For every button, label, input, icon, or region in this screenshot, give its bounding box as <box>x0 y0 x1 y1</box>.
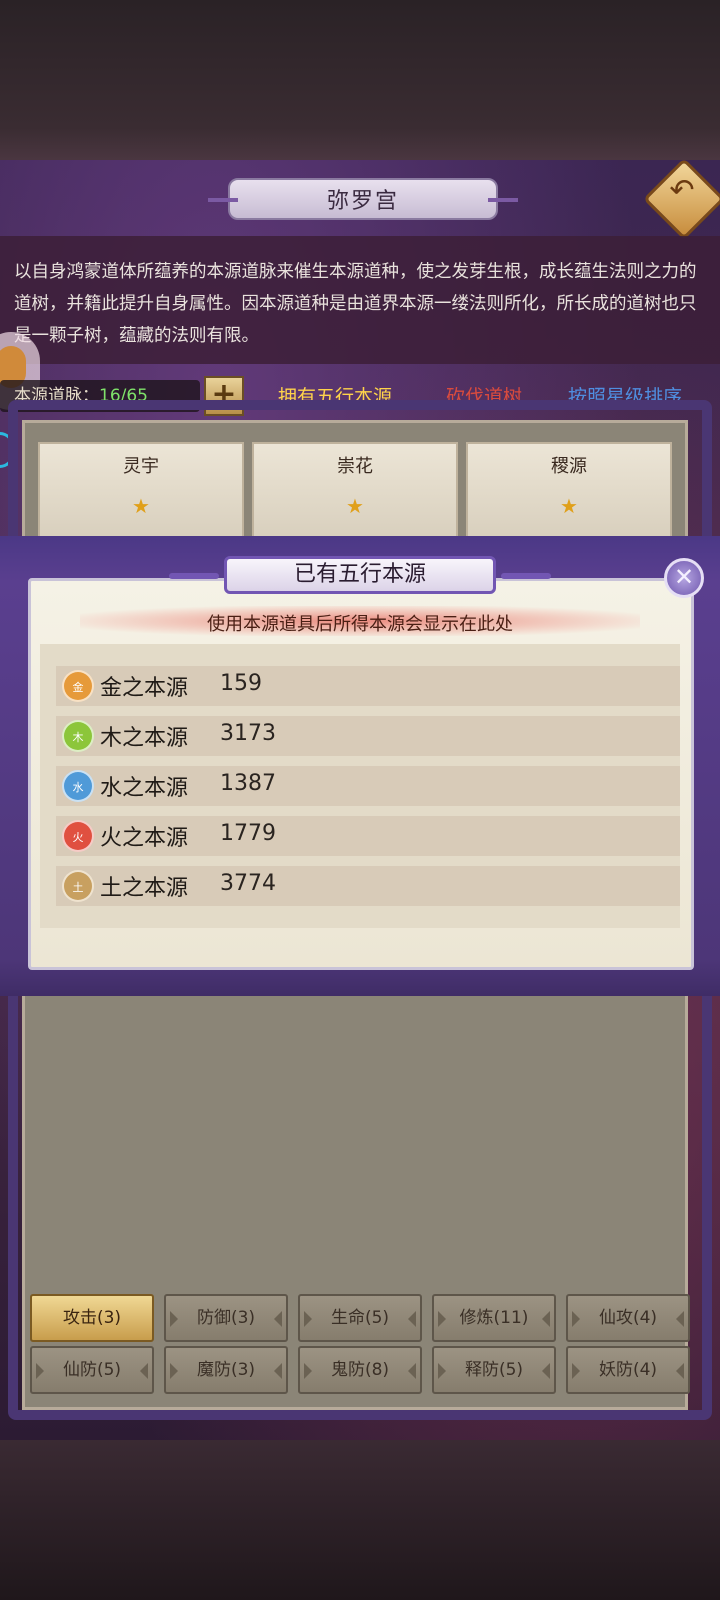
source-name: 木之本源 <box>100 726 189 751</box>
source-value: 3774 <box>220 871 276 896</box>
tab-buddha-defense[interactable]: 释防(5) <box>432 1346 556 1394</box>
back-arrow-icon: ↶ <box>669 173 695 209</box>
tree-card[interactable]: 灵宇 ★ <box>38 442 244 542</box>
source-name: 水之本源 <box>100 776 189 801</box>
tab-ghost-defense[interactable]: 鬼防(8) <box>298 1346 422 1394</box>
close-button[interactable]: ✕ <box>664 558 704 598</box>
tree-card[interactable]: 崇花 ★ <box>252 442 458 542</box>
vein-counter: 本源道脉：16/65 <box>0 380 200 412</box>
tab-immortal-defense[interactable]: 仙防(5) <box>30 1346 154 1394</box>
bottom-dark-bar <box>0 1440 720 1600</box>
tab-life[interactable]: 生命(5) <box>298 1294 422 1342</box>
source-value: 159 <box>220 671 262 696</box>
star-icon: ★ <box>560 494 578 518</box>
source-name: 火之本源 <box>100 826 189 851</box>
add-vein-button[interactable]: + <box>204 376 244 416</box>
tab-defense[interactable]: 防御(3) <box>164 1294 288 1342</box>
fire-element-icon: 火 <box>62 820 94 852</box>
tab-demon-defense[interactable]: 魔防(3) <box>164 1346 288 1394</box>
source-row: 金 金之本源 159 <box>56 666 680 706</box>
tab-attack[interactable]: 攻击(3) <box>30 1294 154 1342</box>
vein-label: 本源道脉： <box>14 386 99 406</box>
source-name: 金之本源 <box>100 676 189 701</box>
water-element-icon: 水 <box>62 770 94 802</box>
vein-value: 16/65 <box>99 386 148 406</box>
source-row: 火 火之本源 1779 <box>56 816 680 856</box>
star-icon: ★ <box>346 494 364 518</box>
vein-row: 本源道脉：16/65 + 拥有五行本源 砍伐道树 按照星级排序 <box>0 376 720 416</box>
own-sources-link[interactable]: 拥有五行本源 <box>278 382 392 409</box>
page-title: 弥罗宫 <box>208 178 518 220</box>
cut-tree-link[interactable]: 砍伐道树 <box>446 382 522 409</box>
top-dark-bar <box>0 0 720 160</box>
attribute-tabs: 攻击(3) 防御(3) 生命(5) 修炼(11) 仙攻(4) 仙防(5) 魔防(… <box>30 1294 690 1398</box>
tree-card[interactable]: 稷源 ★ <box>466 442 672 542</box>
modal-title: 已有五行本源 <box>169 556 551 594</box>
tab-cultivation[interactable]: 修炼(11) <box>432 1294 556 1342</box>
source-value: 1779 <box>220 821 276 846</box>
source-row: 水 水之本源 1387 <box>56 766 680 806</box>
source-value: 1387 <box>220 771 276 796</box>
earth-element-icon: 土 <box>62 870 94 902</box>
wood-element-icon: 木 <box>62 720 94 752</box>
modal-hint: 使用本源道具后所得本源会显示在此处 <box>207 614 513 635</box>
sort-by-star-link[interactable]: 按照星级排序 <box>568 382 682 409</box>
tab-immortal-attack[interactable]: 仙攻(4) <box>566 1294 690 1342</box>
tree-name: 稷源 <box>551 456 587 477</box>
description-text: 以自身鸿蒙道体所蕴养的本源道脉来催生本源道种，使之发芽生根，成长蕴生法则之力的道… <box>0 236 720 364</box>
source-value: 3173 <box>220 721 276 746</box>
source-row: 木 木之本源 3173 <box>56 716 680 756</box>
source-name: 土之本源 <box>100 876 189 901</box>
star-icon: ★ <box>132 494 150 518</box>
source-row: 土 土之本源 3774 <box>56 866 680 906</box>
metal-element-icon: 金 <box>62 670 94 702</box>
tree-name: 崇花 <box>337 456 373 477</box>
tab-monster-defense[interactable]: 妖防(4) <box>566 1346 690 1394</box>
tree-name: 灵宇 <box>123 456 159 477</box>
